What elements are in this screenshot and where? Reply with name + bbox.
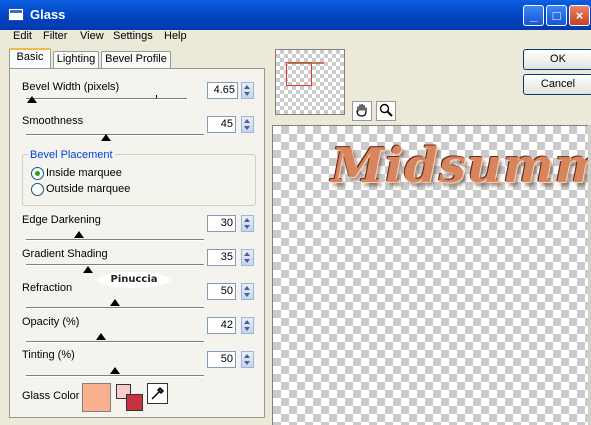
texture-swatch-front[interactable] (126, 394, 143, 411)
bevel-width-label: Bevel Width (pixels) (22, 81, 120, 93)
bevel-placement-title: Bevel Placement (28, 149, 115, 161)
edge-darkening-spinner[interactable] (241, 215, 254, 232)
inside-marquee-radio[interactable] (31, 167, 44, 180)
hand-icon[interactable] (352, 101, 372, 121)
opacity-slider-thumb[interactable] (95, 333, 106, 340)
tinting-slider[interactable] (26, 375, 204, 377)
magnifier-icon[interactable] (376, 101, 396, 121)
gradient-shading-slider[interactable] (26, 264, 204, 266)
tab-lighting[interactable]: Lighting (53, 51, 99, 68)
tinting-slider-thumb[interactable] (110, 367, 120, 374)
navigator-text-sample (288, 62, 324, 64)
tab-basic[interactable]: Basic (9, 48, 51, 69)
tab-bevel-profile[interactable]: Bevel Profile (101, 51, 171, 68)
smoothness-slider-thumb[interactable] (101, 134, 112, 141)
refraction-slider-thumb[interactable] (110, 299, 120, 306)
navigator-viewport-box[interactable] (286, 62, 312, 86)
watermark: Pinuccia (98, 272, 170, 288)
inside-marquee-label[interactable]: Inside marquee (46, 167, 122, 179)
tinting-label: Tinting (%) (22, 349, 75, 361)
navigator-thumbnail[interactable] (275, 49, 345, 115)
menu-help[interactable]: Help (164, 30, 187, 42)
opacity-field[interactable]: 42 (207, 317, 236, 334)
smoothness-label: Smoothness (22, 115, 84, 127)
outside-marquee-radio[interactable] (31, 183, 44, 196)
gradient-shading-slider-thumb[interactable] (83, 266, 94, 273)
smoothness-spinner[interactable] (241, 116, 254, 133)
gradient-shading-field[interactable]: 35 (207, 249, 236, 266)
edge-darkening-field[interactable]: 30 (207, 215, 236, 232)
glass-color-swatch[interactable] (82, 383, 111, 412)
cancel-button[interactable]: Cancel (523, 74, 591, 95)
refraction-field[interactable]: 50 (207, 283, 236, 300)
gradient-shading-spinner[interactable] (241, 249, 254, 266)
menu-view[interactable]: View (80, 30, 104, 42)
bevel-width-field[interactable]: 4.65 (207, 82, 238, 99)
opacity-label: Opacity (%) (22, 316, 80, 328)
bevel-placement-group (22, 154, 256, 206)
glass-color-label: Glass Color (22, 390, 80, 402)
opacity-slider[interactable] (26, 341, 204, 343)
eyedropper-icon[interactable] (147, 383, 168, 404)
refraction-spinner[interactable] (241, 283, 254, 300)
bevel-width-slider-thumb[interactable] (27, 96, 38, 103)
smoothness-field[interactable]: 45 (207, 116, 236, 133)
edge-darkening-slider-thumb[interactable] (74, 231, 85, 238)
tinting-spinner[interactable] (241, 351, 254, 368)
menu-filter[interactable]: Filter (43, 30, 67, 42)
gradient-shading-label: Gradient Shading (22, 248, 108, 260)
window-icon (8, 8, 24, 21)
edge-darkening-slider[interactable] (26, 239, 204, 241)
bevel-width-spinner[interactable] (241, 82, 254, 99)
ok-button[interactable]: OK (523, 49, 591, 70)
bevel-width-slider[interactable] (26, 98, 187, 100)
smoothness-slider[interactable] (26, 134, 204, 136)
opacity-spinner[interactable] (241, 317, 254, 334)
refraction-slider[interactable] (26, 307, 204, 309)
tinting-field[interactable]: 50 (207, 351, 236, 368)
close-button[interactable]: × (569, 5, 590, 26)
window-title: Glass (30, 7, 66, 22)
outside-marquee-label[interactable]: Outside marquee (46, 183, 130, 195)
title-bar: Glass _ □ × (0, 0, 591, 30)
preview-canvas[interactable]: Midsumm (272, 125, 591, 425)
minimize-button[interactable]: _ (523, 5, 544, 26)
preview-text: Midsumm (331, 138, 591, 194)
menu-settings[interactable]: Settings (113, 30, 153, 42)
refraction-label: Refraction (22, 282, 73, 294)
bevel-width-tick (156, 95, 157, 98)
maximize-button[interactable]: □ (546, 5, 567, 26)
menu-edit[interactable]: Edit (13, 30, 32, 42)
edge-darkening-label: Edge Darkening (22, 214, 101, 226)
menu-bar: Edit Filter View Settings Help (0, 30, 591, 46)
